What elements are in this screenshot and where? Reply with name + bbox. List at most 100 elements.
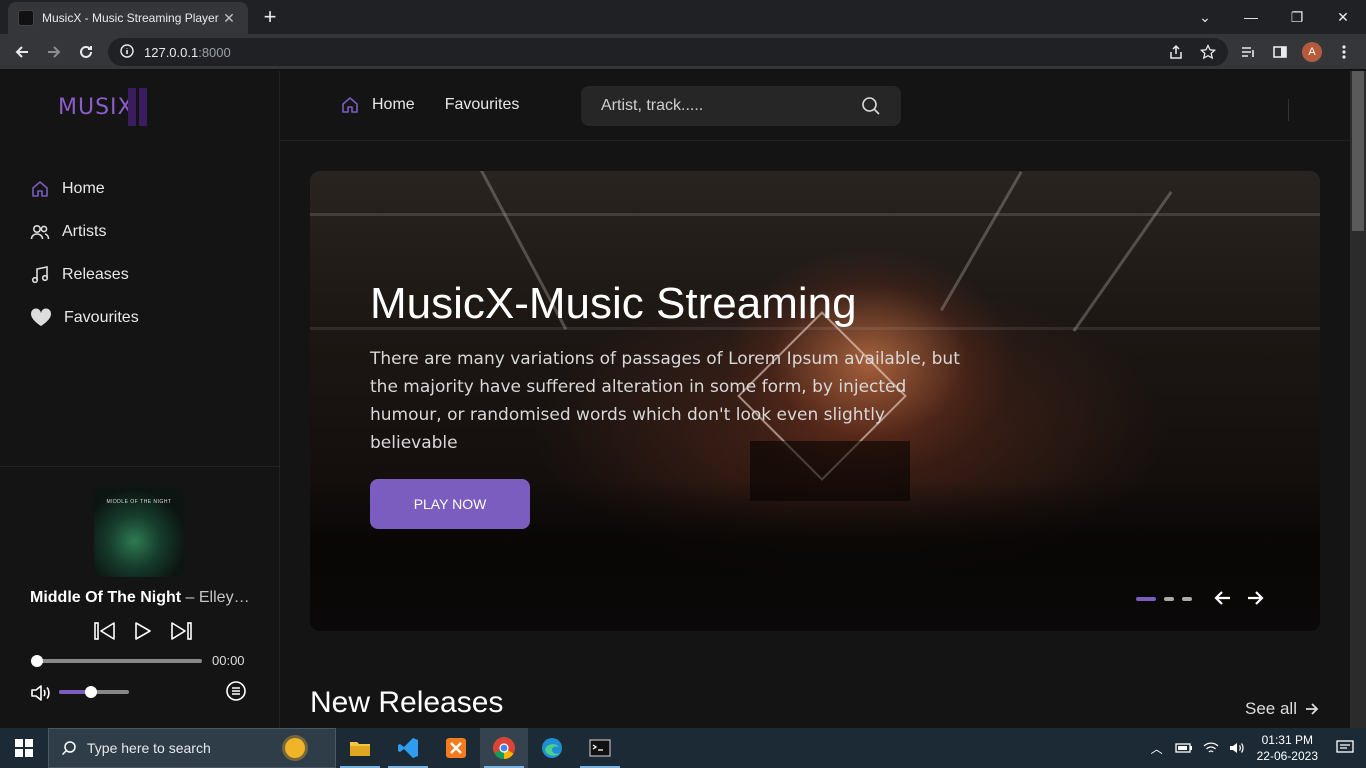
carousel-dot[interactable] <box>1136 597 1156 601</box>
queue-icon[interactable] <box>225 680 247 707</box>
next-track-button[interactable] <box>169 619 193 643</box>
system-clock[interactable]: 01:31 PM 22-06-2023 <box>1257 732 1318 764</box>
cover-text: MIDDLE OF THE NIGHT <box>106 499 172 505</box>
sidebar-nav: Home Artists Releases Favourites <box>30 167 139 339</box>
sidebar-item-home[interactable]: Home <box>30 167 139 210</box>
profile-avatar[interactable]: A <box>1302 42 1322 62</box>
wifi-icon[interactable] <box>1203 741 1219 755</box>
forward-icon[interactable] <box>42 40 66 64</box>
volume-handle[interactable] <box>84 686 97 698</box>
site-info-icon[interactable] <box>120 43 134 61</box>
share-icon[interactable] <box>1164 40 1188 64</box>
carousel-indicators <box>1136 597 1192 601</box>
xampp-icon[interactable] <box>432 728 480 768</box>
seek-bar[interactable] <box>31 655 202 667</box>
musicx-app: MUSIX Home Artists Releases Favourites M… <box>0 71 1350 728</box>
play-button[interactable] <box>131 619 155 643</box>
previous-track-button[interactable] <box>93 619 117 643</box>
scrollbar-thumb[interactable] <box>1352 71 1364 231</box>
carousel-arrows <box>1212 587 1266 609</box>
file-explorer-icon[interactable] <box>336 728 384 768</box>
home-icon <box>32 180 48 197</box>
skip-back-icon <box>94 622 115 640</box>
restore-button[interactable]: ❐ <box>1274 0 1320 34</box>
new-tab-button[interactable]: + <box>258 4 282 30</box>
windows-logo-icon <box>15 739 33 757</box>
top-nav: Home Favourites <box>340 95 519 115</box>
users-icon <box>30 224 50 239</box>
playback-controls <box>93 619 193 643</box>
battery-icon[interactable] <box>1174 742 1193 754</box>
side-panel-icon[interactable] <box>1268 40 1292 64</box>
speaker-icon[interactable] <box>1229 741 1245 755</box>
edge-icon[interactable] <box>528 728 576 768</box>
music-player: MIDDLE OF THE NIGHT Middle Of The Night … <box>0 467 280 728</box>
reload-icon[interactable] <box>74 40 98 64</box>
seek-handle[interactable] <box>31 655 43 667</box>
header-separator <box>1288 99 1289 121</box>
elapsed-time: 00:00 <box>212 653 245 668</box>
browser-tab[interactable]: MusicX - Music Streaming Player ✕ <box>8 2 248 34</box>
chrome-icon[interactable] <box>480 728 528 768</box>
arrow-right-icon <box>1248 591 1264 605</box>
topnav-label: Home <box>372 96 415 113</box>
logo-text: MUSIX <box>58 94 134 120</box>
topnav-label: Favourites <box>444 96 520 113</box>
close-tab-icon[interactable]: ✕ <box>220 10 238 27</box>
sidebar-item-favourites[interactable]: Favourites <box>30 296 139 339</box>
media-control-icon[interactable] <box>1236 40 1260 64</box>
search-box <box>581 86 901 126</box>
sidebar-item-label: Home <box>62 179 105 197</box>
arrow-right-icon <box>1305 703 1319 715</box>
topnav-favourites[interactable]: Favourites <box>445 96 520 114</box>
home-icon <box>342 97 358 113</box>
back-icon[interactable] <box>10 40 34 64</box>
address-bar[interactable]: 127.0.0.1:8000 <box>108 38 1228 66</box>
sidebar-item-label: Favourites <box>64 308 139 326</box>
volume-slider[interactable] <box>59 686 129 698</box>
tab-search-icon[interactable]: ⌄ <box>1182 0 1228 34</box>
carousel-dot[interactable] <box>1182 597 1192 601</box>
clock-date: 22-06-2023 <box>1256 749 1318 763</box>
system-tray: ︿ 01:31 PM 22-06-2023 <box>1151 728 1366 768</box>
sidebar-item-label: Artists <box>62 222 107 240</box>
hero-title: MusicX-Music Streaming <box>370 279 857 328</box>
sidebar-item-artists[interactable]: Artists <box>30 210 139 253</box>
carousel-dot[interactable] <box>1164 597 1174 601</box>
sidebar-item-releases[interactable]: Releases <box>30 253 139 296</box>
notifications-icon[interactable] <box>1336 740 1354 756</box>
music-note-icon <box>31 265 49 283</box>
carousel-next-button[interactable] <box>1244 587 1266 609</box>
windows-taskbar: Type here to search ︿ 01:31 PM 22-06-202… <box>0 728 1366 768</box>
url-host: 127.0.0.1 <box>144 44 199 60</box>
show-hidden-icons-icon[interactable]: ︿ <box>1151 740 1163 757</box>
search-input[interactable] <box>601 97 861 115</box>
play-now-button[interactable]: PLAY NOW <box>370 479 530 529</box>
start-button[interactable] <box>0 728 48 768</box>
carousel-prev-button[interactable] <box>1212 587 1234 609</box>
page-scrollbar[interactable] <box>1350 71 1366 728</box>
topnav-home[interactable]: Home <box>340 95 415 115</box>
terminal-icon[interactable] <box>576 728 624 768</box>
new-releases-title: New Releases <box>310 686 504 719</box>
volume-icon[interactable] <box>30 683 52 708</box>
play-icon <box>135 622 151 640</box>
sidebar-item-label: Releases <box>62 265 129 283</box>
close-window-button[interactable]: ✕ <box>1320 0 1366 34</box>
search-icon <box>61 741 76 756</box>
weather-sun-icon <box>285 738 305 758</box>
browser-menu-icon[interactable] <box>1332 40 1356 64</box>
tab-title: MusicX - Music Streaming Player <box>42 11 219 25</box>
search-icon[interactable] <box>861 96 881 116</box>
vscode-icon[interactable] <box>384 728 432 768</box>
see-all-link[interactable]: See all <box>1245 699 1319 719</box>
bookmark-star-icon[interactable] <box>1196 40 1220 64</box>
track-artist: – Elley… <box>181 589 250 606</box>
taskbar-search[interactable]: Type here to search <box>48 728 336 768</box>
stage-truss <box>310 213 1320 216</box>
musicx-logo[interactable]: MUSIX <box>58 87 147 127</box>
browser-toolbar: 127.0.0.1:8000 A <box>0 34 1366 70</box>
track-title: Middle Of The Night <box>30 589 182 606</box>
hero-description: There are many variations of passages of… <box>370 349 960 453</box>
minimize-button[interactable]: — <box>1228 0 1274 34</box>
